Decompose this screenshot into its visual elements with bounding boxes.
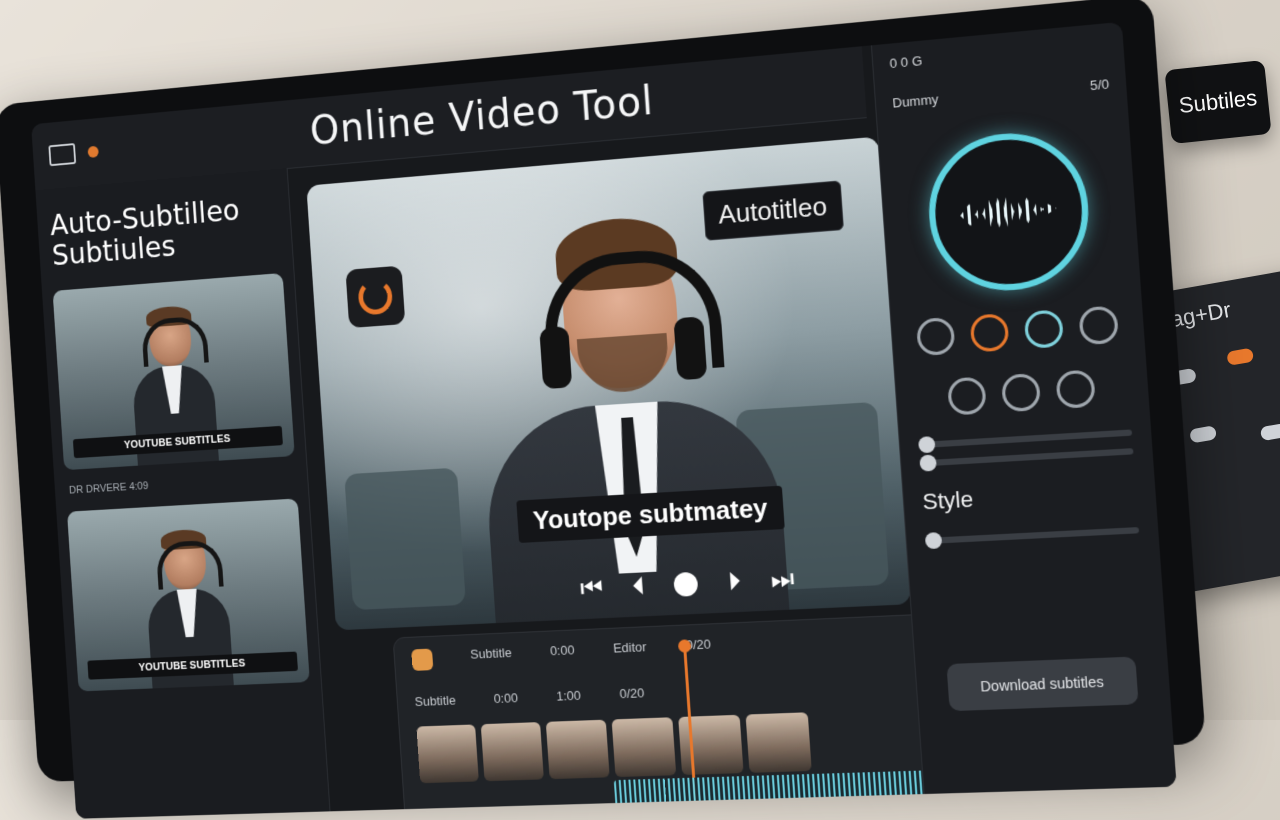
audio-wave-icon[interactable] [923,127,1094,296]
edit-circle-button[interactable] [1055,369,1096,409]
sticker-text: Subtiles [1177,84,1259,119]
timeline-label: Subtitle [469,645,513,662]
controller-knob [1226,347,1255,366]
clip-thumbnail[interactable] [745,712,812,773]
laptop: Online Video Tool Auto-Subtilleo Subtiul… [0,0,1206,819]
background-seat [344,467,466,611]
sidebar: Auto-Subtilleo Subtiules YOUTUBE SUBTITL… [35,168,331,819]
panel-row-label: Dummy [891,91,939,111]
clip-thumbnail[interactable] [611,717,677,778]
timeline-panel[interactable]: Subtitle 0:00 Editor 0/20 Subtitle 0:00 … [392,612,960,819]
volume-circle-button[interactable] [946,376,987,416]
style-label: Style [921,486,974,515]
setting-slider[interactable] [918,429,1133,454]
timeline-time: 0:00 [549,642,575,659]
track-label: Subtitle [414,692,457,710]
video-thumbnail-card[interactable]: YOUTUBE SUBTITLES [52,272,295,471]
pause-icon[interactable] [411,648,434,671]
panel-row-value: 5/0 [1089,76,1110,94]
slider-thumb[interactable] [919,454,937,472]
record-circle-button[interactable] [969,313,1010,353]
style-slider[interactable] [924,527,1140,550]
forward-icon[interactable]: ⏵ [727,566,742,599]
play-button[interactable] [673,571,699,597]
download-subtitles-button[interactable]: Download subtitles [946,656,1139,712]
audio-circle-button[interactable] [1023,309,1065,349]
window-icon[interactable] [48,143,77,167]
clip-thumbnail[interactable] [480,722,544,782]
thumbnail-meta: DR DRVERE 4:09 [68,480,149,497]
next-icon[interactable]: ⏭ [770,563,796,596]
track-time: 0:00 [493,690,519,706]
slider-thumb[interactable] [924,532,943,550]
right-panel: 0 0 G Dummy 5/0 Style Download subtitles [870,21,1177,795]
record-dot-icon[interactable] [87,145,99,158]
clip-thumbnail[interactable] [545,719,610,780]
previous-icon[interactable]: ⏮ [579,572,604,605]
app-logo-icon[interactable] [345,265,406,329]
panel-row-label: 0 0 G [889,52,923,72]
timeline-label: Editor [612,639,647,656]
track-count: 0/20 [619,685,645,702]
clip-thumbnail[interactable] [416,724,479,784]
controller-knob [1259,422,1280,442]
rewind-icon[interactable]: ⏴ [631,570,646,602]
desk-sticker: Subtiles [1164,59,1272,145]
settings-circle-button[interactable] [915,316,956,357]
app-window: Online Video Tool Auto-Subtilleo Subtiul… [31,21,1177,819]
app-title: Online Video Tool [308,77,656,155]
controller-knob [1189,425,1218,444]
slider-thumb[interactable] [918,436,936,454]
mic-circle-button[interactable] [1078,305,1120,346]
track-time: 1:00 [555,687,582,704]
video-thumbnail-card[interactable]: YOUTUBE SUBTITLES [66,498,310,692]
setting-slider[interactable] [919,448,1134,472]
text-circle-button[interactable] [1000,372,1042,413]
